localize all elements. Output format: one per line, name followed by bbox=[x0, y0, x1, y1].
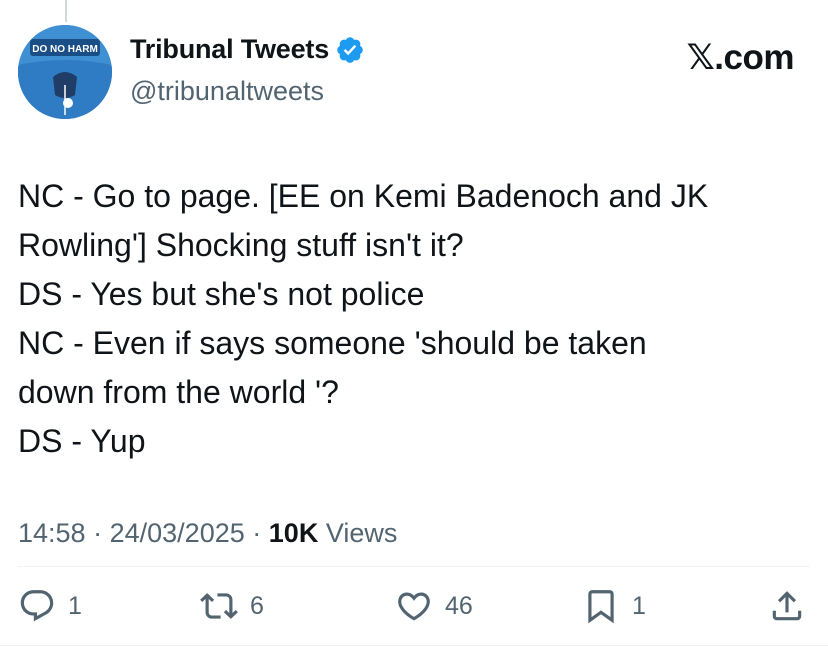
tweet-time[interactable]: 14:58 bbox=[18, 518, 86, 548]
repost-button[interactable]: 6 bbox=[200, 584, 264, 628]
tweet-line: Rowling'] Shocking stuff isn't it? bbox=[18, 227, 464, 263]
tweet-date[interactable]: 24/03/2025 bbox=[110, 518, 245, 548]
reply-icon bbox=[18, 587, 56, 625]
reply-button[interactable]: 1 bbox=[18, 584, 82, 628]
action-bar: 1 6 46 1 bbox=[0, 584, 828, 628]
bookmark-icon bbox=[582, 587, 620, 625]
tweet-meta: 14:58 · 24/03/2025 · 10K Views bbox=[18, 518, 397, 549]
like-icon bbox=[395, 587, 433, 625]
bookmark-count: 1 bbox=[632, 591, 646, 620]
share-button[interactable] bbox=[768, 584, 806, 628]
meta-separator: · bbox=[93, 518, 103, 548]
bottom-divider bbox=[0, 645, 828, 646]
tweet-line: DS - Yes but she's not police bbox=[18, 276, 425, 312]
bookmark-button[interactable]: 1 bbox=[582, 584, 646, 628]
x-brand-label: 𝕏.com bbox=[686, 38, 795, 77]
reply-count: 1 bbox=[68, 591, 82, 620]
like-button[interactable]: 46 bbox=[395, 584, 473, 628]
share-icon bbox=[768, 587, 806, 625]
author-handle[interactable]: @tribunaltweets bbox=[130, 76, 324, 107]
tweet-text: NC - Go to page. [EE on Kemi Badenoch an… bbox=[18, 172, 808, 466]
avatar-text: DO NO HARM bbox=[32, 44, 98, 55]
divider bbox=[18, 566, 810, 567]
views-count: 10K bbox=[268, 518, 319, 548]
tweet-line: NC - Go to page. [EE on Kemi Badenoch an… bbox=[18, 178, 709, 214]
verified-badge-icon[interactable] bbox=[335, 35, 365, 65]
tweet-line: down from the world '? bbox=[18, 374, 339, 410]
avatar[interactable]: DO NO HARM bbox=[18, 25, 112, 119]
display-name[interactable]: Tribunal Tweets bbox=[130, 34, 329, 65]
repost-icon bbox=[200, 587, 238, 625]
views-label: Views bbox=[325, 518, 398, 548]
repost-count: 6 bbox=[250, 591, 264, 620]
tweet-line: NC - Even if says someone 'should be tak… bbox=[18, 325, 647, 361]
meta-separator: · bbox=[252, 518, 262, 548]
thread-connector-line bbox=[65, 0, 67, 22]
author-name-row: Tribunal Tweets bbox=[130, 34, 365, 65]
tweet-line: DS - Yup bbox=[18, 423, 146, 459]
like-count: 46 bbox=[445, 591, 473, 620]
